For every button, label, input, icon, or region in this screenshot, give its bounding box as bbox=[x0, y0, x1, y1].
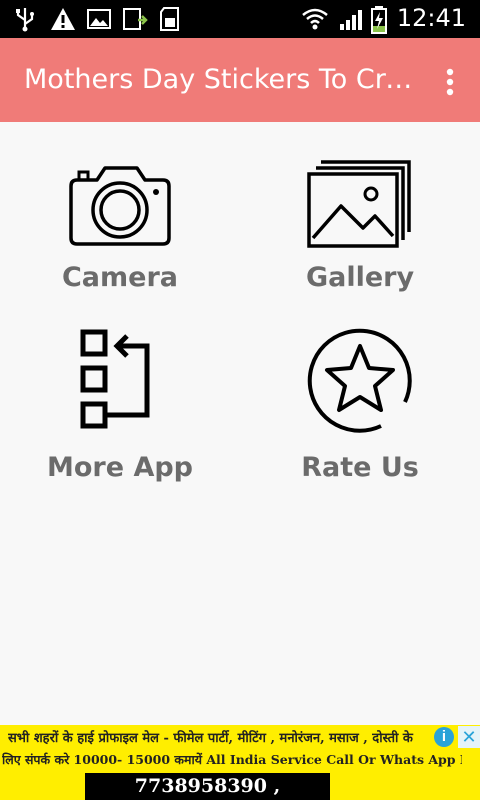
status-time: 12:41 bbox=[396, 4, 466, 32]
battery-charging-icon bbox=[371, 6, 387, 34]
usb-icon bbox=[16, 8, 34, 32]
gallery-label: Gallery bbox=[305, 262, 415, 293]
more-app-button[interactable]: More App bbox=[0, 318, 240, 488]
warning-icon bbox=[51, 8, 75, 30]
app-title: Mothers Day Stickers To Create Photos bbox=[24, 64, 420, 95]
gallery-icon bbox=[307, 160, 411, 248]
star-icon bbox=[307, 328, 412, 433]
more-apps-icon bbox=[80, 329, 150, 429]
sd-card-icon bbox=[160, 7, 179, 31]
ad-line-1: सभी शहरों के हाई प्रोफाइल मेल - फीमेल पा… bbox=[8, 731, 413, 746]
ad-banner[interactable]: सभी शहरों के हाई प्रोफाइल मेल - फीमेल पा… bbox=[0, 725, 480, 800]
overflow-menu-icon[interactable] bbox=[436, 66, 464, 98]
camera-icon bbox=[69, 166, 171, 246]
ad-line-2: लिए संपर्क करे 10000- 15000 कमायें All I… bbox=[2, 752, 462, 767]
info-icon[interactable]: i bbox=[434, 727, 454, 747]
ad-phone-numbers: 7738958390 , 7738958700 bbox=[85, 773, 330, 800]
more-app-label: More App bbox=[47, 452, 193, 483]
camera-label: Camera bbox=[61, 262, 178, 293]
rate-us-button[interactable]: Rate Us bbox=[240, 318, 480, 488]
gallery-button[interactable]: Gallery bbox=[240, 150, 480, 320]
download-icon bbox=[123, 8, 148, 30]
camera-button[interactable]: Camera bbox=[0, 150, 240, 320]
status-bar: 12:41 bbox=[0, 0, 480, 38]
signal-icon bbox=[340, 10, 362, 30]
rate-us-label: Rate Us bbox=[301, 452, 419, 483]
image-icon bbox=[87, 9, 111, 29]
wifi-icon bbox=[302, 8, 328, 30]
app-bar: Mothers Day Stickers To Create Photos bbox=[0, 38, 480, 122]
close-icon[interactable]: ✕ bbox=[458, 726, 480, 748]
